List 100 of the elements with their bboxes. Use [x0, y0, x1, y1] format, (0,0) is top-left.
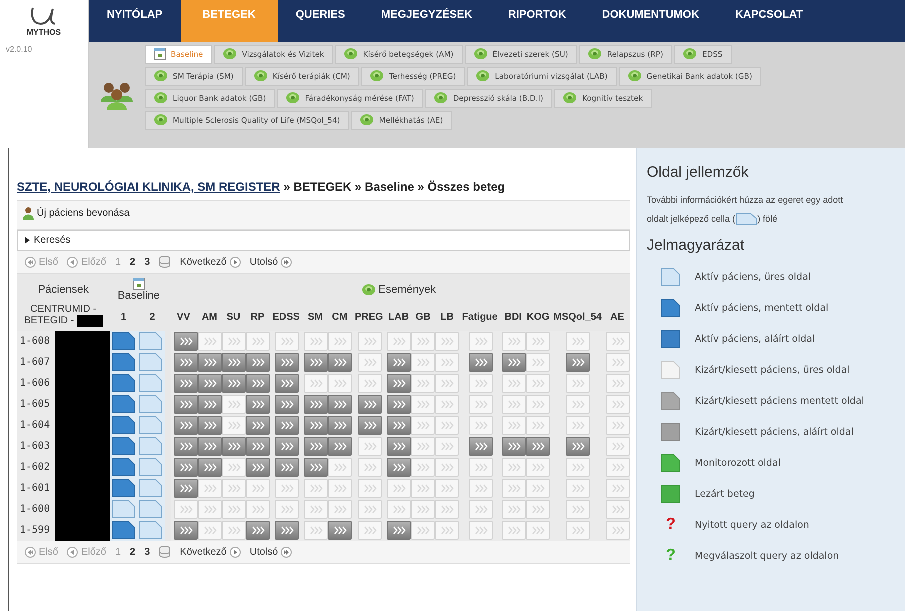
event-cell-icon[interactable]	[304, 395, 328, 414]
event-cell-icon[interactable]	[246, 458, 270, 477]
event-cell-icon[interactable]	[198, 395, 222, 414]
page-cell-icon[interactable]	[139, 500, 164, 519]
page-cell-icon[interactable]	[139, 458, 164, 477]
event-cell-icon[interactable]	[274, 374, 299, 393]
nav-tab[interactable]: MEGJEGYZÉSEK	[363, 0, 490, 42]
page-number[interactable]: 2	[130, 256, 136, 268]
event-cell-icon[interactable]	[246, 437, 270, 456]
last-page-link[interactable]: Utolsó	[250, 546, 292, 558]
event-cell-icon[interactable]	[198, 353, 222, 372]
last-page-link[interactable]: Utolsó	[250, 256, 292, 268]
event-cell-icon[interactable]	[174, 521, 198, 540]
event-cell-icon[interactable]	[304, 416, 328, 435]
event-cell-icon[interactable]	[304, 437, 328, 456]
page-cell-icon[interactable]	[139, 479, 164, 498]
next-page-link[interactable]: Következő	[180, 546, 241, 558]
event-cell-icon[interactable]	[174, 416, 198, 435]
event-cell-icon[interactable]	[387, 416, 412, 435]
page-number[interactable]: 3	[144, 546, 150, 558]
event-cell-icon[interactable]	[358, 395, 382, 414]
page-cell-icon[interactable]	[139, 353, 164, 372]
next-page-link[interactable]: Következő	[180, 256, 241, 268]
event-cell-icon[interactable]	[502, 437, 526, 456]
column-header: GB	[416, 312, 431, 323]
event-cell-icon[interactable]	[304, 458, 328, 477]
page-cell-icon[interactable]	[139, 416, 164, 435]
database-icon[interactable]	[159, 546, 172, 558]
search-panel-toggle[interactable]: Keresés	[17, 230, 630, 251]
nav-tab[interactable]: DOKUMENTUMOK	[584, 0, 718, 42]
event-cell-icon[interactable]	[502, 353, 526, 372]
page-cell-icon[interactable]	[139, 332, 164, 351]
add-patient-link[interactable]: Új páciens bevonása	[23, 207, 130, 220]
event-cell-icon[interactable]	[387, 353, 412, 372]
event-cell-icon[interactable]	[566, 353, 590, 372]
event-cell-icon[interactable]	[246, 395, 270, 414]
event-cell-icon[interactable]	[246, 353, 270, 372]
event-cell-icon[interactable]	[174, 374, 198, 393]
database-icon[interactable]	[159, 256, 172, 268]
event-cell-icon[interactable]	[387, 521, 412, 540]
event-cell-icon[interactable]	[174, 479, 198, 498]
event-cell-icon[interactable]	[274, 416, 299, 435]
event-cell-icon[interactable]	[246, 374, 270, 393]
event-cell-icon[interactable]	[174, 332, 198, 351]
event-cell-icon[interactable]	[328, 353, 352, 372]
event-cell-icon[interactable]	[174, 353, 198, 372]
page-cell-icon[interactable]	[112, 353, 136, 372]
event-cell-icon[interactable]	[328, 395, 352, 414]
event-cell-icon[interactable]	[198, 458, 222, 477]
page-cell-icon[interactable]	[139, 395, 164, 414]
event-cell-icon[interactable]	[198, 437, 222, 456]
event-cell-icon[interactable]	[246, 521, 270, 540]
breadcrumb-link[interactable]: SZTE, NEUROLÓGIAI KLINIKA, SM REGISTER	[17, 180, 280, 194]
page-cell-icon[interactable]	[112, 332, 136, 351]
event-cell-icon[interactable]	[174, 458, 198, 477]
nav-tab[interactable]: QUERIES	[278, 0, 364, 42]
event-cell-icon[interactable]	[222, 437, 246, 456]
page-cell-icon[interactable]	[112, 458, 136, 477]
event-cell-icon[interactable]	[328, 521, 352, 540]
event-cell-icon[interactable]	[468, 353, 493, 372]
page-cell-icon	[736, 213, 758, 226]
patient-id-cell: 1-604	[17, 415, 56, 436]
page-cell-icon[interactable]	[112, 479, 136, 498]
page-number[interactable]: 3	[144, 256, 150, 268]
event-cell-icon[interactable]	[274, 521, 299, 540]
event-cell-icon[interactable]	[198, 416, 222, 435]
event-cell-icon[interactable]	[304, 353, 328, 372]
event-cell-icon[interactable]	[328, 437, 352, 456]
event-cell-icon[interactable]	[328, 416, 352, 435]
page-cell-icon[interactable]	[112, 395, 136, 414]
event-cell-icon[interactable]	[387, 437, 412, 456]
last-icon	[281, 256, 292, 268]
page-cell-icon[interactable]	[139, 437, 164, 456]
page-cell-icon[interactable]	[139, 374, 164, 393]
page-cell-icon[interactable]	[112, 500, 136, 519]
event-cell-icon[interactable]	[387, 395, 412, 414]
page-cell-icon[interactable]	[112, 374, 136, 393]
event-cell-icon[interactable]	[468, 437, 493, 456]
event-cell-icon[interactable]	[174, 395, 198, 414]
event-cell-icon[interactable]	[174, 437, 198, 456]
event-cell-icon[interactable]	[274, 458, 299, 477]
event-cell-icon[interactable]	[274, 437, 299, 456]
event-cell-icon[interactable]	[246, 416, 270, 435]
event-cell-icon[interactable]	[387, 374, 412, 393]
page-cell-icon[interactable]	[112, 416, 136, 435]
event-cell-icon[interactable]	[387, 458, 412, 477]
page-cell-icon[interactable]	[112, 437, 136, 456]
event-cell-icon[interactable]	[274, 395, 299, 414]
nav-tab[interactable]: RIPORTOK	[490, 0, 584, 42]
page-number[interactable]: 2	[130, 546, 136, 558]
event-cell-icon[interactable]	[222, 353, 246, 372]
logo[interactable]: MYTHOS	[0, 0, 89, 42]
event-cell-icon[interactable]	[222, 374, 246, 393]
event-cell-icon[interactable]	[198, 374, 222, 393]
event-cell-icon[interactable]	[526, 437, 550, 456]
event-cell-icon[interactable]	[566, 437, 590, 456]
event-cell-icon[interactable]	[274, 353, 299, 372]
nav-tab[interactable]: KAPCSOLAT	[717, 0, 822, 42]
event-cell-icon[interactable]	[358, 416, 382, 435]
nav-tab[interactable]: NYITÓLAP	[89, 0, 181, 42]
